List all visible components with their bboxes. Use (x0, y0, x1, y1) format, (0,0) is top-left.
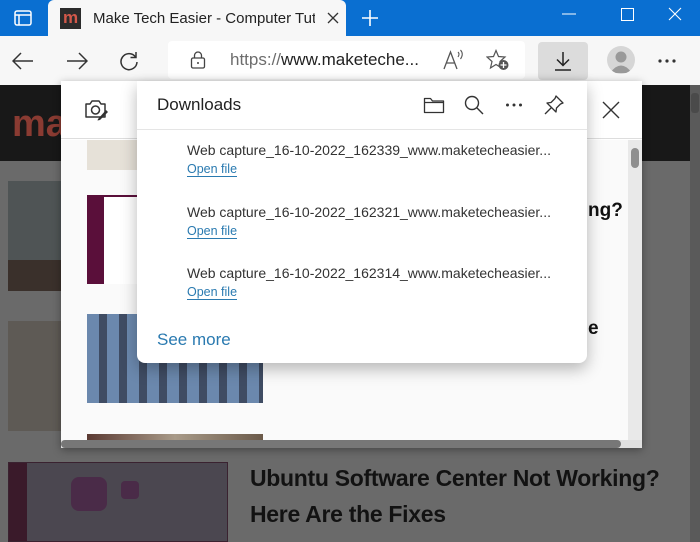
url-text[interactable]: https://www.maketeche... (230, 50, 419, 70)
pin-icon (544, 95, 564, 115)
capture-vertical-scrollbar[interactable] (628, 140, 642, 440)
site-favicon: m (60, 7, 81, 29)
refresh-button[interactable] (112, 44, 146, 78)
capture-hscrollbar-thumb[interactable] (61, 440, 621, 448)
download-item[interactable]: Web capture_16-10-2022_162339_www.makete… (187, 142, 577, 178)
preview-article-title: e (588, 318, 599, 339)
new-tab-button[interactable] (352, 0, 388, 36)
address-bar[interactable]: https://www.maketeche... (168, 41, 525, 79)
minimize-icon (562, 13, 576, 15)
url-scheme: https:// (230, 50, 282, 69)
preview-article-title: ng? (588, 200, 623, 221)
download-icon (555, 52, 571, 71)
open-file-link[interactable]: Open file (187, 224, 238, 239)
close-capture-button[interactable] (597, 96, 625, 124)
tab-title: Make Tech Easier - Computer Tutorials (93, 9, 315, 27)
pin-downloads-button[interactable] (541, 92, 567, 118)
app-icon (121, 481, 139, 499)
arrow-left-icon (12, 52, 33, 70)
settings-more-button[interactable] (650, 46, 684, 74)
page-scrollbar[interactable] (690, 85, 700, 542)
download-file-name: Web capture_16-10-2022_162321_www.makete… (187, 204, 551, 220)
downloads-more-options-button[interactable] (501, 92, 527, 118)
add-favorite-icon[interactable] (486, 49, 510, 71)
close-icon (602, 101, 620, 119)
thumbnail-sidebar (9, 463, 27, 541)
downloads-button[interactable] (538, 42, 588, 80)
minimize-button[interactable] (544, 0, 594, 28)
arrow-right-icon (67, 52, 88, 70)
see-more-link[interactable]: See more (157, 330, 231, 350)
forward-button[interactable] (60, 44, 94, 78)
search-downloads-button[interactable] (461, 92, 487, 118)
download-file-name: Web capture_16-10-2022_162339_www.makete… (187, 142, 551, 158)
browser-tab[interactable]: m Make Tech Easier - Computer Tutorials (48, 0, 346, 36)
maximize-icon (620, 7, 634, 21)
capture-scrollbar-thumb[interactable] (631, 148, 639, 168)
url-host: www.maketeche... (281, 50, 419, 69)
plus-icon (362, 10, 378, 26)
download-item[interactable]: Web capture_16-10-2022_162321_www.makete… (187, 204, 577, 240)
open-file-link[interactable]: Open file (187, 285, 238, 300)
tab-actions-icon (14, 10, 32, 26)
read-aloud-icon[interactable] (442, 49, 466, 71)
web-capture-icon[interactable] (83, 97, 109, 121)
profile-avatar[interactable] (607, 46, 635, 74)
tab-close-button[interactable] (323, 8, 343, 29)
maximize-button[interactable] (602, 0, 652, 28)
lock-icon (190, 51, 206, 69)
title-bar: m Make Tech Easier - Computer Tutorials (0, 0, 700, 36)
downloads-flyout: Downloads Web capture_16-10-2022_162339_… (137, 81, 587, 363)
open-file-link[interactable]: Open file (187, 162, 238, 177)
article-thumbnail[interactable] (8, 321, 68, 431)
ellipsis-icon (506, 103, 522, 107)
close-icon (668, 7, 682, 21)
browser-toolbar: https://www.maketeche... (0, 36, 700, 85)
open-downloads-folder-button[interactable] (421, 92, 447, 118)
download-item[interactable]: Web capture_16-10-2022_162314_www.makete… (187, 265, 577, 301)
page-scrollbar-thumb[interactable] (691, 93, 699, 113)
tab-actions-button[interactable] (0, 0, 46, 36)
downloads-header: Downloads (137, 81, 587, 130)
article-thumbnail[interactable] (8, 181, 68, 291)
capture-horizontal-scrollbar[interactable] (61, 440, 642, 448)
article-thumbnail[interactable] (8, 462, 228, 542)
close-icon (327, 12, 339, 23)
ellipsis-icon (658, 59, 676, 63)
back-button[interactable] (6, 44, 40, 78)
download-file-name: Web capture_16-10-2022_162314_www.makete… (187, 265, 551, 281)
downloads-title: Downloads (157, 95, 242, 114)
article-title[interactable]: Ubuntu Software Center Not Working? Here… (250, 460, 690, 532)
folder-icon (423, 97, 445, 114)
site-logo[interactable]: ma (12, 103, 67, 146)
window-close-button[interactable] (650, 0, 700, 28)
person-icon (610, 51, 632, 73)
app-icon (71, 477, 107, 511)
refresh-icon (120, 52, 138, 71)
search-icon (464, 95, 484, 115)
